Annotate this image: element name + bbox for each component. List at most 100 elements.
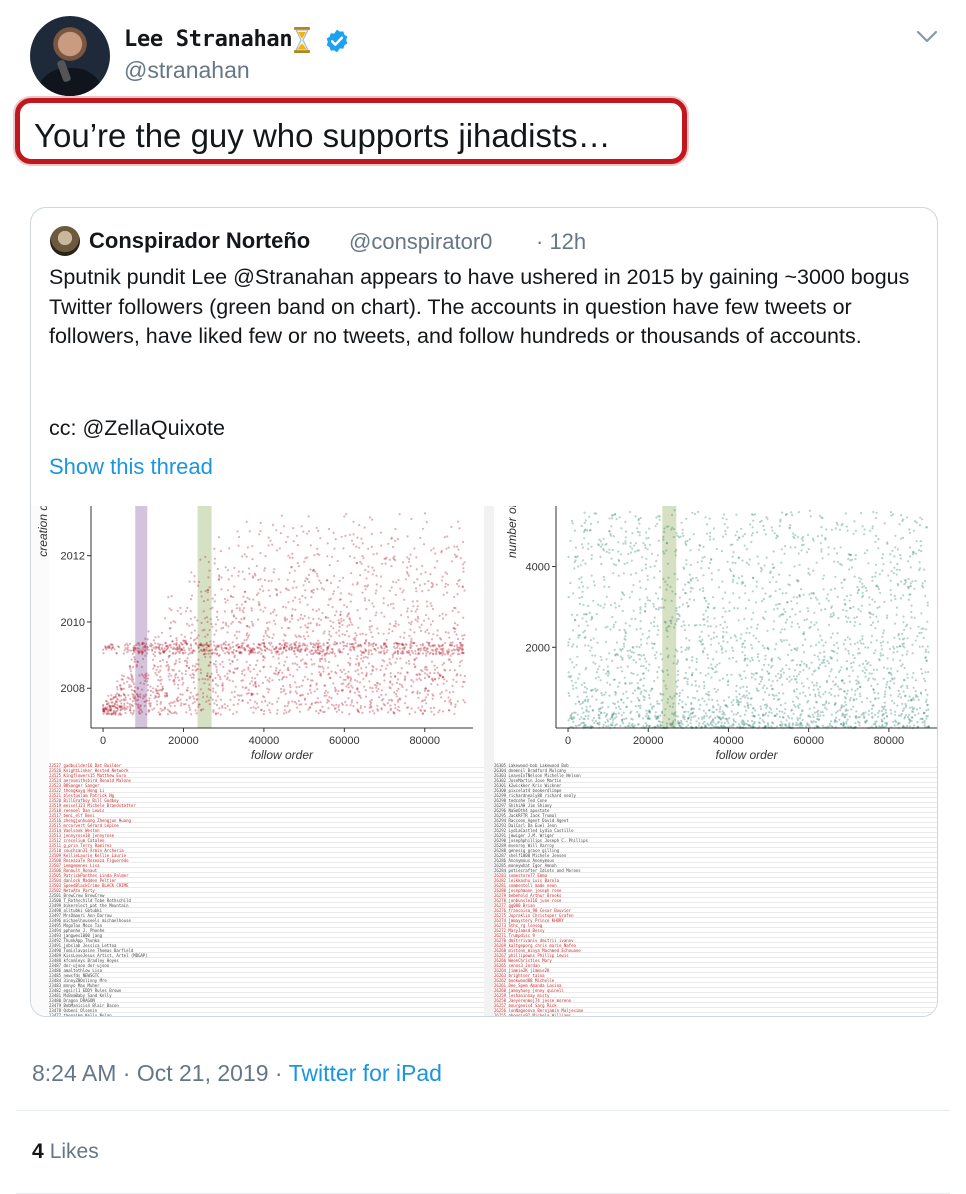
- data-point: [400, 614, 403, 617]
- data-point: [893, 636, 896, 639]
- data-point: [798, 626, 801, 629]
- data-point: [290, 617, 294, 620]
- data-point: [596, 722, 599, 725]
- data-point: [662, 550, 665, 553]
- data-point: [425, 702, 428, 705]
- data-point: [907, 713, 911, 716]
- data-point: [698, 635, 701, 638]
- data-point: [235, 617, 238, 620]
- data-point: [248, 664, 252, 667]
- author-avatar[interactable]: [30, 16, 110, 96]
- data-point: [927, 651, 930, 654]
- data-point: [311, 679, 314, 682]
- data-point: [791, 700, 795, 703]
- data-point: [380, 693, 383, 697]
- data-point: [712, 658, 715, 661]
- data-point: [191, 672, 194, 675]
- data-point: [384, 562, 387, 565]
- data-point: [781, 592, 784, 595]
- data-point: [303, 614, 306, 618]
- data-point: [864, 646, 867, 649]
- data-point: [202, 653, 206, 656]
- data-point: [918, 524, 922, 527]
- data-point: [670, 599, 673, 602]
- data-point: [685, 601, 689, 604]
- quoted-handle[interactable]: @conspirator0: [349, 229, 492, 255]
- data-point: [385, 646, 388, 649]
- data-point: [770, 711, 773, 714]
- data-point: [237, 698, 240, 701]
- data-point: [889, 511, 893, 514]
- data-point: [196, 698, 199, 701]
- data-point: [751, 531, 754, 535]
- data-point: [732, 724, 735, 727]
- data-point: [768, 672, 771, 675]
- data-point: [282, 712, 286, 715]
- data-point: [743, 705, 746, 708]
- show-thread-link[interactable]: Show this thread: [49, 454, 213, 480]
- data-point: [699, 703, 702, 707]
- data-point: [292, 675, 295, 678]
- data-point: [284, 660, 287, 663]
- data-point: [703, 725, 707, 728]
- author-display-name[interactable]: Lee Stranahan: [124, 27, 293, 52]
- data-point: [686, 683, 689, 686]
- data-point: [354, 663, 358, 666]
- data-point: [389, 603, 393, 606]
- quoted-display-name[interactable]: Conspirador Norteño: [89, 228, 310, 254]
- data-point: [601, 543, 604, 546]
- quoted-timestamp[interactable]: · 12h: [536, 229, 586, 255]
- quoted-tweet-card[interactable]: Conspirador Norteño @conspirator0 · 12h …: [30, 207, 938, 1017]
- data-point: [793, 565, 796, 568]
- data-point: [416, 692, 419, 695]
- data-point: [825, 708, 828, 711]
- data-point: [223, 597, 226, 601]
- data-point: [352, 533, 355, 536]
- data-point: [724, 610, 727, 613]
- data-point: [347, 635, 351, 638]
- data-point: [813, 654, 816, 657]
- data-point: [656, 700, 659, 703]
- author-handle[interactable]: @stranahan: [124, 57, 250, 84]
- data-point: [124, 644, 127, 647]
- data-point: [818, 651, 822, 654]
- data-point: [392, 624, 395, 627]
- data-point: [213, 557, 216, 560]
- data-point: [830, 668, 833, 671]
- data-point: [814, 721, 818, 724]
- data-point: [152, 687, 155, 690]
- data-point: [919, 544, 923, 547]
- data-point: [129, 670, 133, 673]
- data-point: [423, 698, 427, 702]
- data-point: [177, 683, 180, 686]
- data-point: [370, 625, 373, 628]
- chevron-down-icon[interactable]: [915, 28, 939, 46]
- data-point: [768, 711, 771, 714]
- data-point: [281, 671, 284, 674]
- data-point: [814, 711, 817, 714]
- data-point: [204, 655, 207, 659]
- data-point: [605, 725, 608, 728]
- data-point: [708, 709, 711, 712]
- data-point: [128, 703, 131, 706]
- quoted-avatar[interactable]: [50, 226, 80, 256]
- data-point: [646, 574, 649, 578]
- attached-image[interactable]: 0 20000 40000 60000 80000 2008 2010 2012 follow …: [31, 506, 937, 1016]
- data-point: [431, 678, 434, 681]
- data-point: [136, 642, 140, 645]
- data-point: [656, 676, 659, 679]
- data-point: [785, 719, 788, 722]
- data-point: [629, 649, 632, 652]
- data-point: [383, 679, 386, 682]
- data-point: [457, 585, 460, 588]
- y-tick-label: 2010: [61, 617, 85, 629]
- data-point: [780, 548, 783, 551]
- data-point: [742, 694, 746, 697]
- data-point: [707, 634, 710, 637]
- data-point: [392, 607, 395, 610]
- data-point: [787, 714, 790, 718]
- data-point: [680, 719, 683, 722]
- data-point: [653, 625, 656, 628]
- data-point: [820, 548, 823, 551]
- data-point: [370, 673, 373, 676]
